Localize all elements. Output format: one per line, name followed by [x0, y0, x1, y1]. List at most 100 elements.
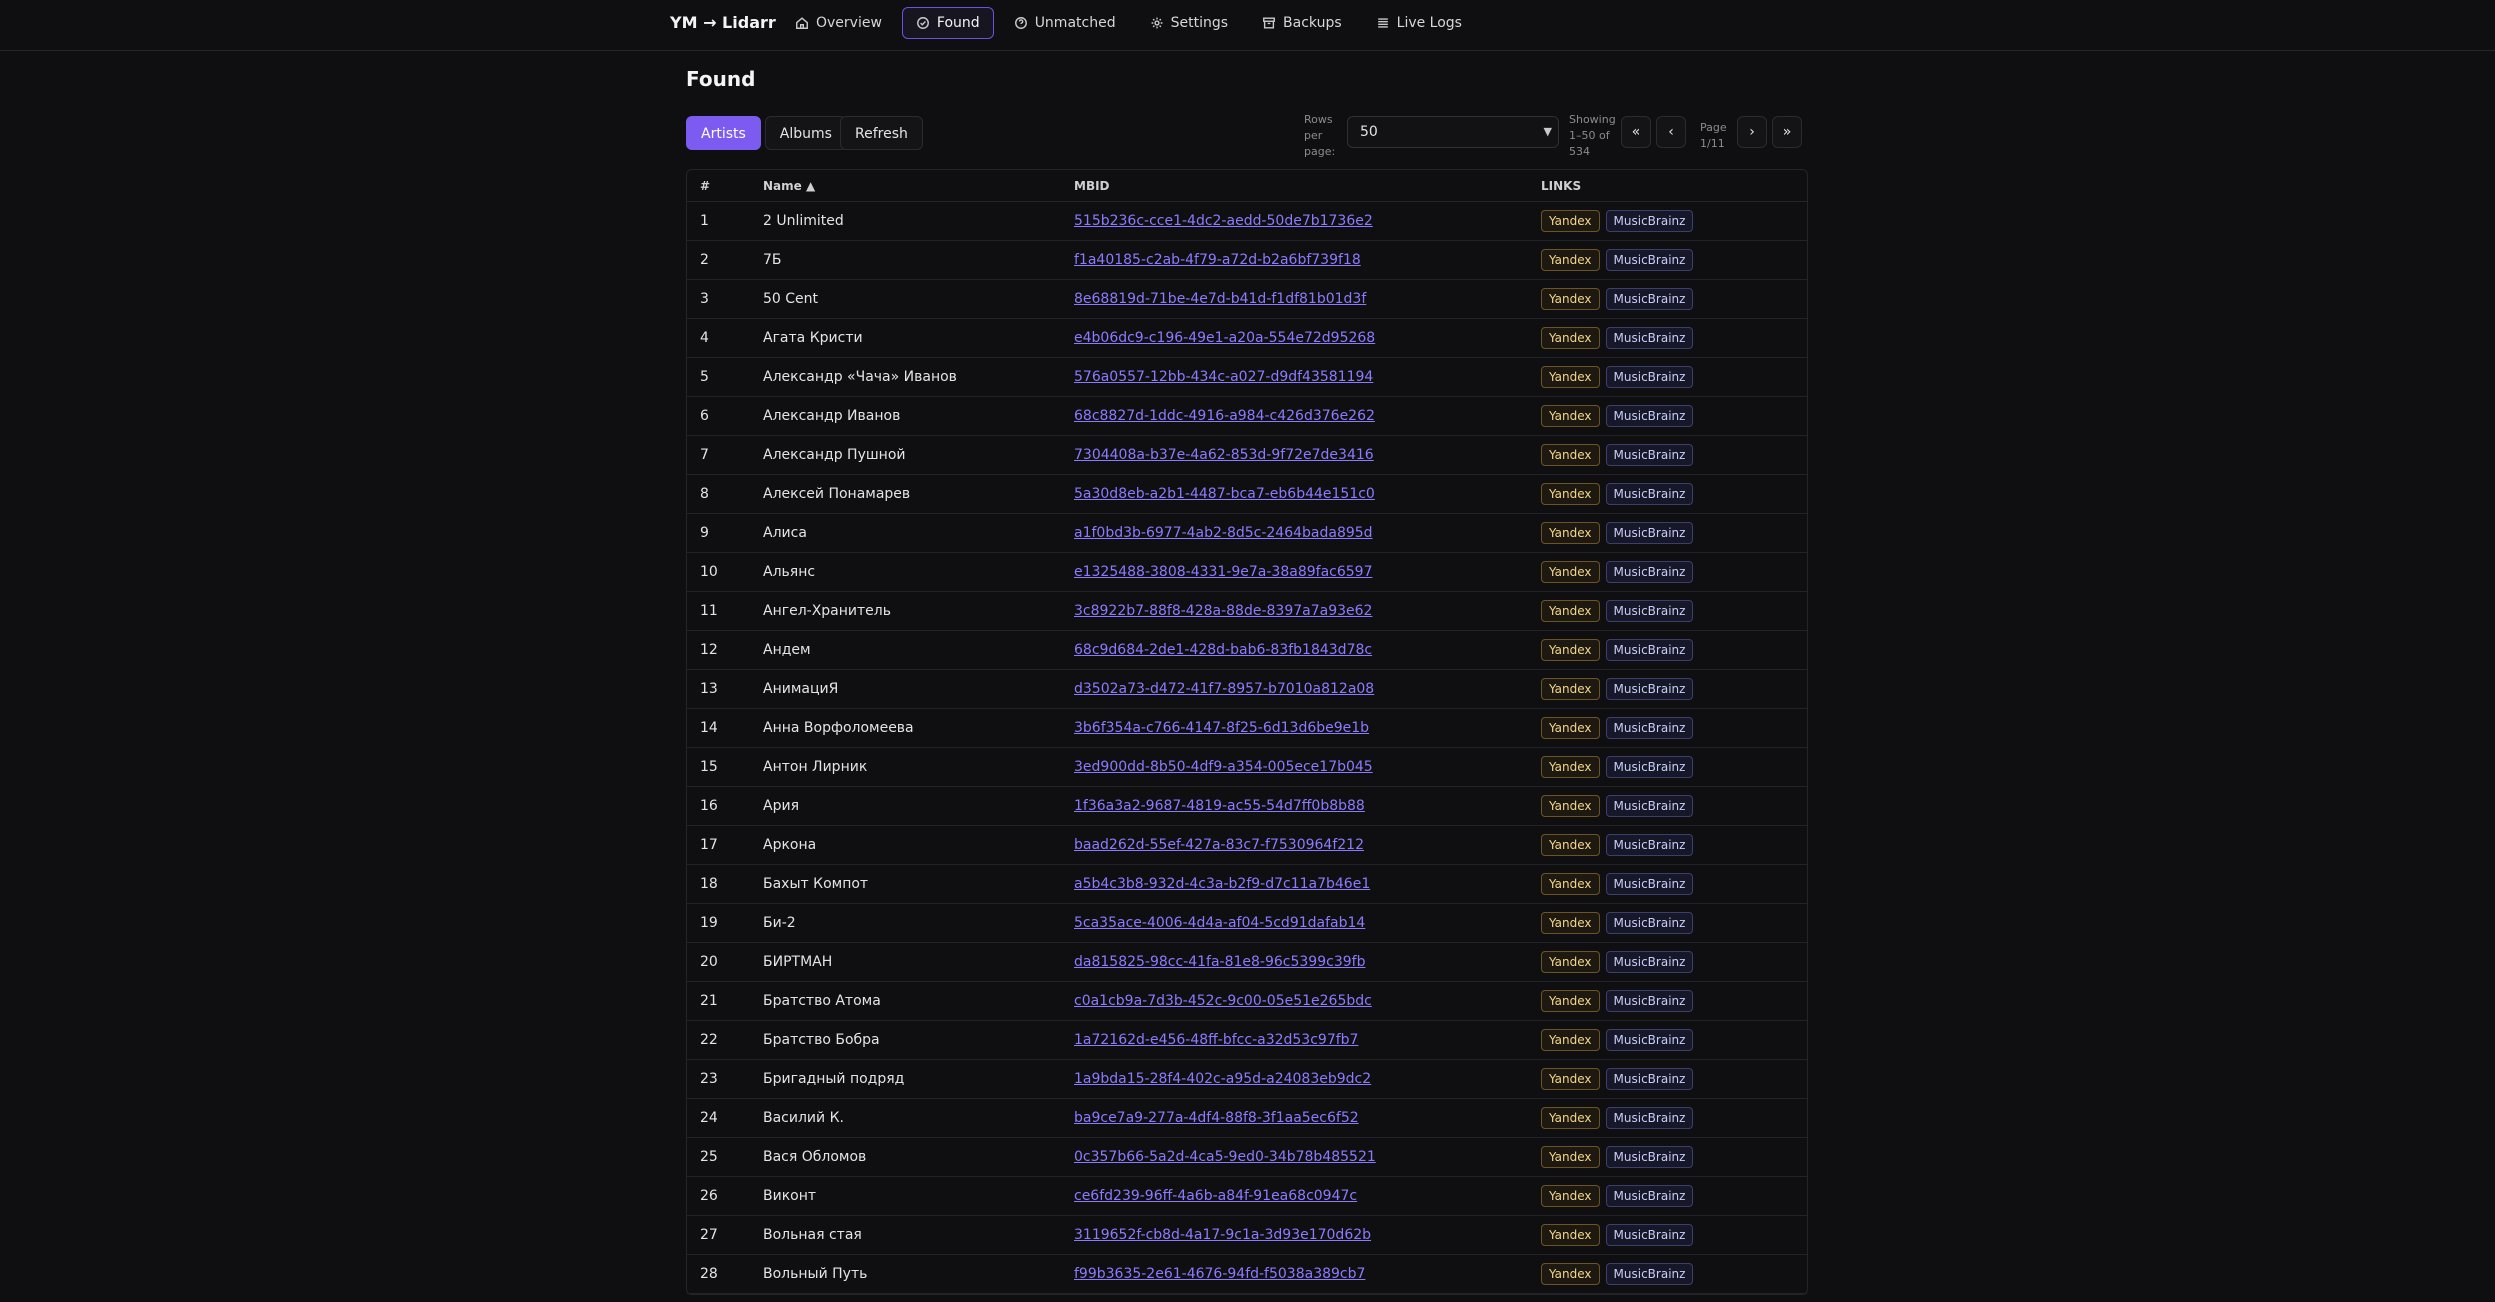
- mbid-link[interactable]: e4b06dc9-c196-49e1-a20a-554e72d95268: [1074, 330, 1375, 346]
- musicbrainz-link[interactable]: MusicBrainz: [1605, 483, 1694, 505]
- musicbrainz-link[interactable]: MusicBrainz: [1605, 639, 1694, 661]
- mbid-link[interactable]: 515b236c-cce1-4dc2-aedd-50de7b1736e2: [1074, 213, 1373, 229]
- musicbrainz-link[interactable]: MusicBrainz: [1605, 210, 1694, 232]
- musicbrainz-link[interactable]: MusicBrainz: [1605, 990, 1694, 1012]
- mbid-link[interactable]: 3c8922b7-88f8-428a-88de-8397a7a93e62: [1074, 603, 1372, 619]
- mbid-link[interactable]: 1a9bda15-28f4-402c-a95d-a24083eb9dc2: [1074, 1071, 1371, 1087]
- nav-settings[interactable]: Settings: [1136, 7, 1242, 39]
- yandex-link[interactable]: Yandex: [1541, 1185, 1600, 1207]
- mbid-link[interactable]: ba9ce7a9-277a-4df4-88f8-3f1aa5ec6f52: [1074, 1110, 1359, 1126]
- mbid-link[interactable]: a1f0bd3b-6977-4ab2-8d5c-2464bada895d: [1074, 525, 1373, 541]
- refresh-button[interactable]: Refresh: [840, 116, 923, 150]
- yandex-link[interactable]: Yandex: [1541, 1224, 1600, 1246]
- musicbrainz-link[interactable]: MusicBrainz: [1605, 1107, 1694, 1129]
- mbid-link[interactable]: 3119652f-cb8d-4a17-9c1a-3d93e170d62b: [1074, 1227, 1371, 1243]
- mbid-link[interactable]: 68c8827d-1ddc-4916-a984-c426d376e262: [1074, 408, 1375, 424]
- mbid-link[interactable]: 3b6f354a-c766-4147-8f25-6d13d6be9e1b: [1074, 720, 1369, 736]
- musicbrainz-link[interactable]: MusicBrainz: [1605, 1068, 1694, 1090]
- mbid-link[interactable]: f99b3635-2e61-4676-94fd-f5038a389cb7: [1074, 1266, 1365, 1282]
- yandex-link[interactable]: Yandex: [1541, 639, 1600, 661]
- mbid-link[interactable]: a5b4c3b8-932d-4c3a-b2f9-d7c11a7b46e1: [1074, 876, 1370, 892]
- mbid-link[interactable]: 68c9d684-2de1-428d-bab6-83fb1843d78c: [1074, 642, 1372, 658]
- yandex-link[interactable]: Yandex: [1541, 951, 1600, 973]
- yandex-link[interactable]: Yandex: [1541, 1107, 1600, 1129]
- yandex-link[interactable]: Yandex: [1541, 327, 1600, 349]
- yandex-link[interactable]: Yandex: [1541, 795, 1600, 817]
- musicbrainz-link[interactable]: MusicBrainz: [1605, 1029, 1694, 1051]
- mbid-link[interactable]: 576a0557-12bb-434c-a027-d9df43581194: [1074, 369, 1373, 385]
- musicbrainz-link[interactable]: MusicBrainz: [1605, 912, 1694, 934]
- mbid-link[interactable]: 0c357b66-5a2d-4ca5-9ed0-34b78b485521: [1074, 1149, 1376, 1165]
- mbid-link[interactable]: f1a40185-c2ab-4f79-a72d-b2a6bf739f18: [1074, 252, 1361, 268]
- mbid-link[interactable]: baad262d-55ef-427a-83c7-f7530964f212: [1074, 837, 1364, 853]
- musicbrainz-link[interactable]: MusicBrainz: [1605, 873, 1694, 895]
- yandex-link[interactable]: Yandex: [1541, 717, 1600, 739]
- yandex-link[interactable]: Yandex: [1541, 990, 1600, 1012]
- mbid-link[interactable]: e1325488-3808-4331-9e7a-38a89fac6597: [1074, 564, 1372, 580]
- mbid-link[interactable]: da815825-98cc-41fa-81e8-96c5399c39fb: [1074, 954, 1365, 970]
- yandex-link[interactable]: Yandex: [1541, 444, 1600, 466]
- mbid-link[interactable]: ce6fd239-96ff-4a6b-a84f-91ea68c0947c: [1074, 1188, 1357, 1204]
- mbid-link[interactable]: 5ca35ace-4006-4d4a-af04-5cd91dafab14: [1074, 915, 1365, 931]
- header-name-sort[interactable]: Name ▲: [763, 170, 1074, 202]
- musicbrainz-link[interactable]: MusicBrainz: [1605, 1224, 1694, 1246]
- yandex-link[interactable]: Yandex: [1541, 1146, 1600, 1168]
- nav-overview[interactable]: Overview: [781, 7, 896, 39]
- musicbrainz-link[interactable]: MusicBrainz: [1605, 951, 1694, 973]
- musicbrainz-link[interactable]: MusicBrainz: [1605, 717, 1694, 739]
- yandex-link[interactable]: Yandex: [1541, 834, 1600, 856]
- yandex-link[interactable]: Yandex: [1541, 1029, 1600, 1051]
- musicbrainz-link[interactable]: MusicBrainz: [1605, 444, 1694, 466]
- yandex-link[interactable]: Yandex: [1541, 873, 1600, 895]
- yandex-link[interactable]: Yandex: [1541, 756, 1600, 778]
- yandex-link[interactable]: Yandex: [1541, 600, 1600, 622]
- musicbrainz-link[interactable]: MusicBrainz: [1605, 1263, 1694, 1285]
- mbid-link[interactable]: d3502a73-d472-41f7-8957-b7010a812a08: [1074, 681, 1374, 697]
- yandex-link[interactable]: Yandex: [1541, 366, 1600, 388]
- yandex-link[interactable]: Yandex: [1541, 210, 1600, 232]
- mbid-link[interactable]: 1a72162d-e456-48ff-bfcc-a32d53c97fb7: [1074, 1032, 1358, 1048]
- musicbrainz-link[interactable]: MusicBrainz: [1605, 834, 1694, 856]
- yandex-link[interactable]: Yandex: [1541, 678, 1600, 700]
- mbid-link[interactable]: 7304408a-b37e-4a62-853d-9f72e7de3416: [1074, 447, 1374, 463]
- yandex-link[interactable]: Yandex: [1541, 405, 1600, 427]
- musicbrainz-link[interactable]: MusicBrainz: [1605, 366, 1694, 388]
- mbid-link[interactable]: 3ed900dd-8b50-4df9-a354-005ece17b045: [1074, 759, 1373, 775]
- musicbrainz-link[interactable]: MusicBrainz: [1605, 795, 1694, 817]
- nav-found[interactable]: Found: [901, 7, 994, 39]
- mbid-link[interactable]: 8e68819d-71be-4e7d-b41d-f1df81b01d3f: [1074, 291, 1366, 307]
- musicbrainz-link[interactable]: MusicBrainz: [1605, 327, 1694, 349]
- nav-unmatched[interactable]: Unmatched: [1000, 7, 1130, 39]
- musicbrainz-link[interactable]: MusicBrainz: [1605, 678, 1694, 700]
- yandex-link[interactable]: Yandex: [1541, 522, 1600, 544]
- yandex-link[interactable]: Yandex: [1541, 288, 1600, 310]
- last-page-button[interactable]: »: [1772, 116, 1802, 148]
- musicbrainz-link[interactable]: MusicBrainz: [1605, 756, 1694, 778]
- app-brand[interactable]: YM → Lidarr: [670, 13, 776, 32]
- musicbrainz-link[interactable]: MusicBrainz: [1605, 1146, 1694, 1168]
- musicbrainz-link[interactable]: MusicBrainz: [1605, 522, 1694, 544]
- yandex-link[interactable]: Yandex: [1541, 249, 1600, 271]
- rows-per-page-select[interactable]: 50 ▼: [1347, 116, 1559, 148]
- musicbrainz-link[interactable]: MusicBrainz: [1605, 561, 1694, 583]
- musicbrainz-link[interactable]: MusicBrainz: [1605, 288, 1694, 310]
- yandex-link[interactable]: Yandex: [1541, 483, 1600, 505]
- next-page-button[interactable]: ›: [1737, 116, 1767, 148]
- prev-page-button[interactable]: ‹: [1656, 116, 1686, 148]
- musicbrainz-link[interactable]: MusicBrainz: [1605, 600, 1694, 622]
- yandex-link[interactable]: Yandex: [1541, 1263, 1600, 1285]
- tab-artists[interactable]: Artists: [686, 116, 761, 150]
- musicbrainz-link[interactable]: MusicBrainz: [1605, 405, 1694, 427]
- first-page-button[interactable]: «: [1621, 116, 1651, 148]
- musicbrainz-link[interactable]: MusicBrainz: [1605, 249, 1694, 271]
- musicbrainz-link[interactable]: MusicBrainz: [1605, 1185, 1694, 1207]
- nav-backups[interactable]: Backups: [1248, 7, 1356, 39]
- mbid-link[interactable]: c0a1cb9a-7d3b-452c-9c00-05e51e265bdc: [1074, 993, 1372, 1009]
- mbid-link[interactable]: 1f36a3a2-9687-4819-ac55-54d7ff0b8b88: [1074, 798, 1365, 814]
- yandex-link[interactable]: Yandex: [1541, 912, 1600, 934]
- yandex-link[interactable]: Yandex: [1541, 1068, 1600, 1090]
- nav-live-logs[interactable]: Live Logs: [1362, 7, 1476, 39]
- mbid-link[interactable]: 5a30d8eb-a2b1-4487-bca7-eb6b44e151c0: [1074, 486, 1375, 502]
- yandex-link[interactable]: Yandex: [1541, 561, 1600, 583]
- tab-albums[interactable]: Albums: [764, 116, 847, 150]
